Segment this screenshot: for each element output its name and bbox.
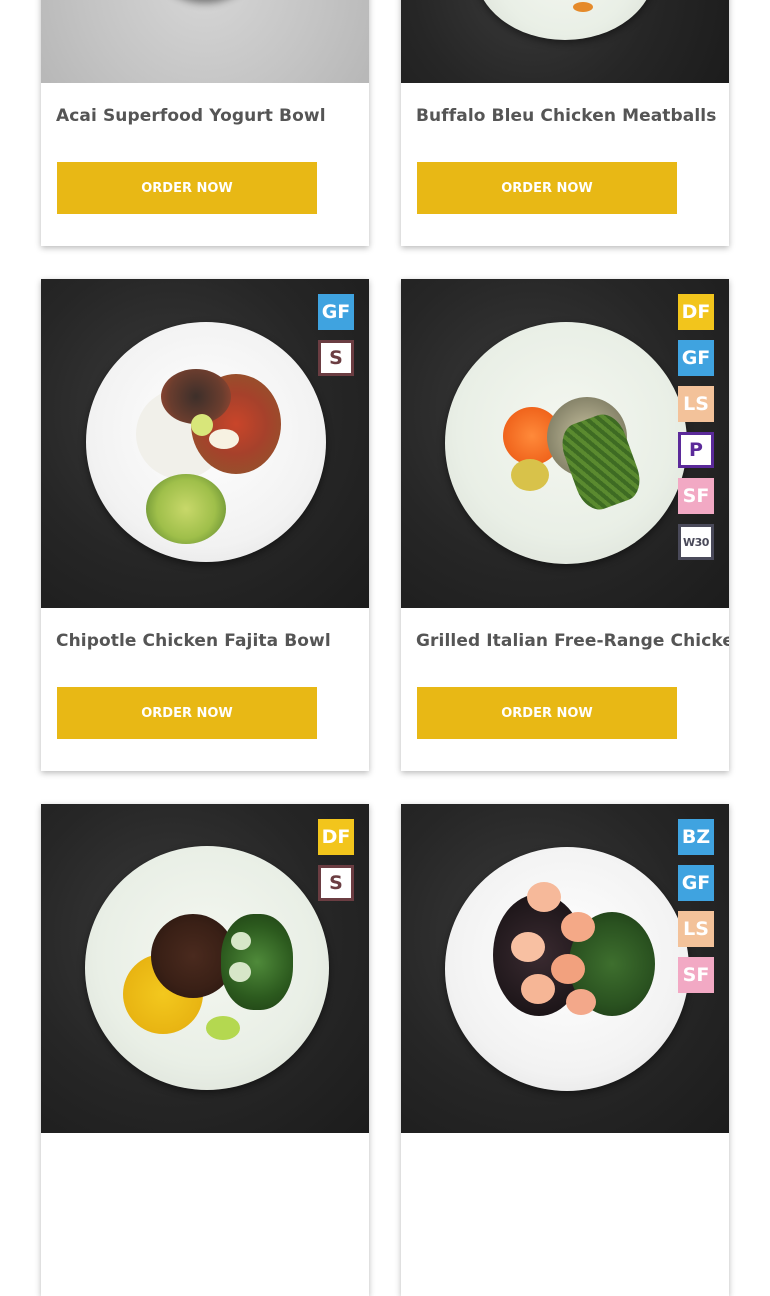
soy-badge-icon: S [318,865,354,901]
meal-photo[interactable] [41,0,369,83]
meal-card-buffalo: Buffalo Bleu Chicken Meatballs ORDER NOW [401,0,729,246]
order-now-button[interactable]: ORDER NOW [417,162,677,214]
diet-badges: DF GF LS P SF W30 [678,294,714,570]
gluten-free-badge-icon: GF [678,340,714,376]
diet-badges: BZ GF LS SF [678,819,714,1003]
meal-title[interactable]: Buffalo Bleu Chicken Meatballs [416,106,716,126]
diet-badges: DF S [318,819,354,911]
meal-card-shrimp: BZ GF LS SF [401,804,729,1296]
meal-title[interactable]: Acai Superfood Yogurt Bowl [56,106,326,126]
sugar-free-badge-icon: SF [678,957,714,993]
sugar-free-badge-icon: SF [678,478,714,514]
diet-badges: GF S [318,294,354,386]
meal-card-chipotle: GF S Chipotle Chicken Fajita Bowl ORDER … [41,279,369,771]
low-sodium-badge-icon: LS [678,911,714,947]
meal-photo[interactable] [401,0,729,83]
gluten-free-badge-icon: GF [678,865,714,901]
order-now-button[interactable]: ORDER NOW [57,687,317,739]
meal-card-acai: Acai Superfood Yogurt Bowl ORDER NOW [41,0,369,246]
meal-card-jerk-chicken: DF S [41,804,369,1296]
whole30-badge-icon: W30 [678,524,714,560]
meal-card-italian-chicken: DF GF LS P SF W30 Grilled Italian Free-R… [401,279,729,771]
soy-badge-icon: S [318,340,354,376]
dairy-free-badge-icon: DF [678,294,714,330]
paleo-badge-icon: P [678,432,714,468]
meal-title[interactable]: Grilled Italian Free-Range Chicken [416,631,729,651]
dairy-free-badge-icon: DF [318,819,354,855]
meal-title[interactable]: Chipotle Chicken Fajita Bowl [56,631,331,651]
bz-badge-icon: BZ [678,819,714,855]
order-now-button[interactable]: ORDER NOW [57,162,317,214]
low-sodium-badge-icon: LS [678,386,714,422]
gluten-free-badge-icon: GF [318,294,354,330]
order-now-button[interactable]: ORDER NOW [417,687,677,739]
